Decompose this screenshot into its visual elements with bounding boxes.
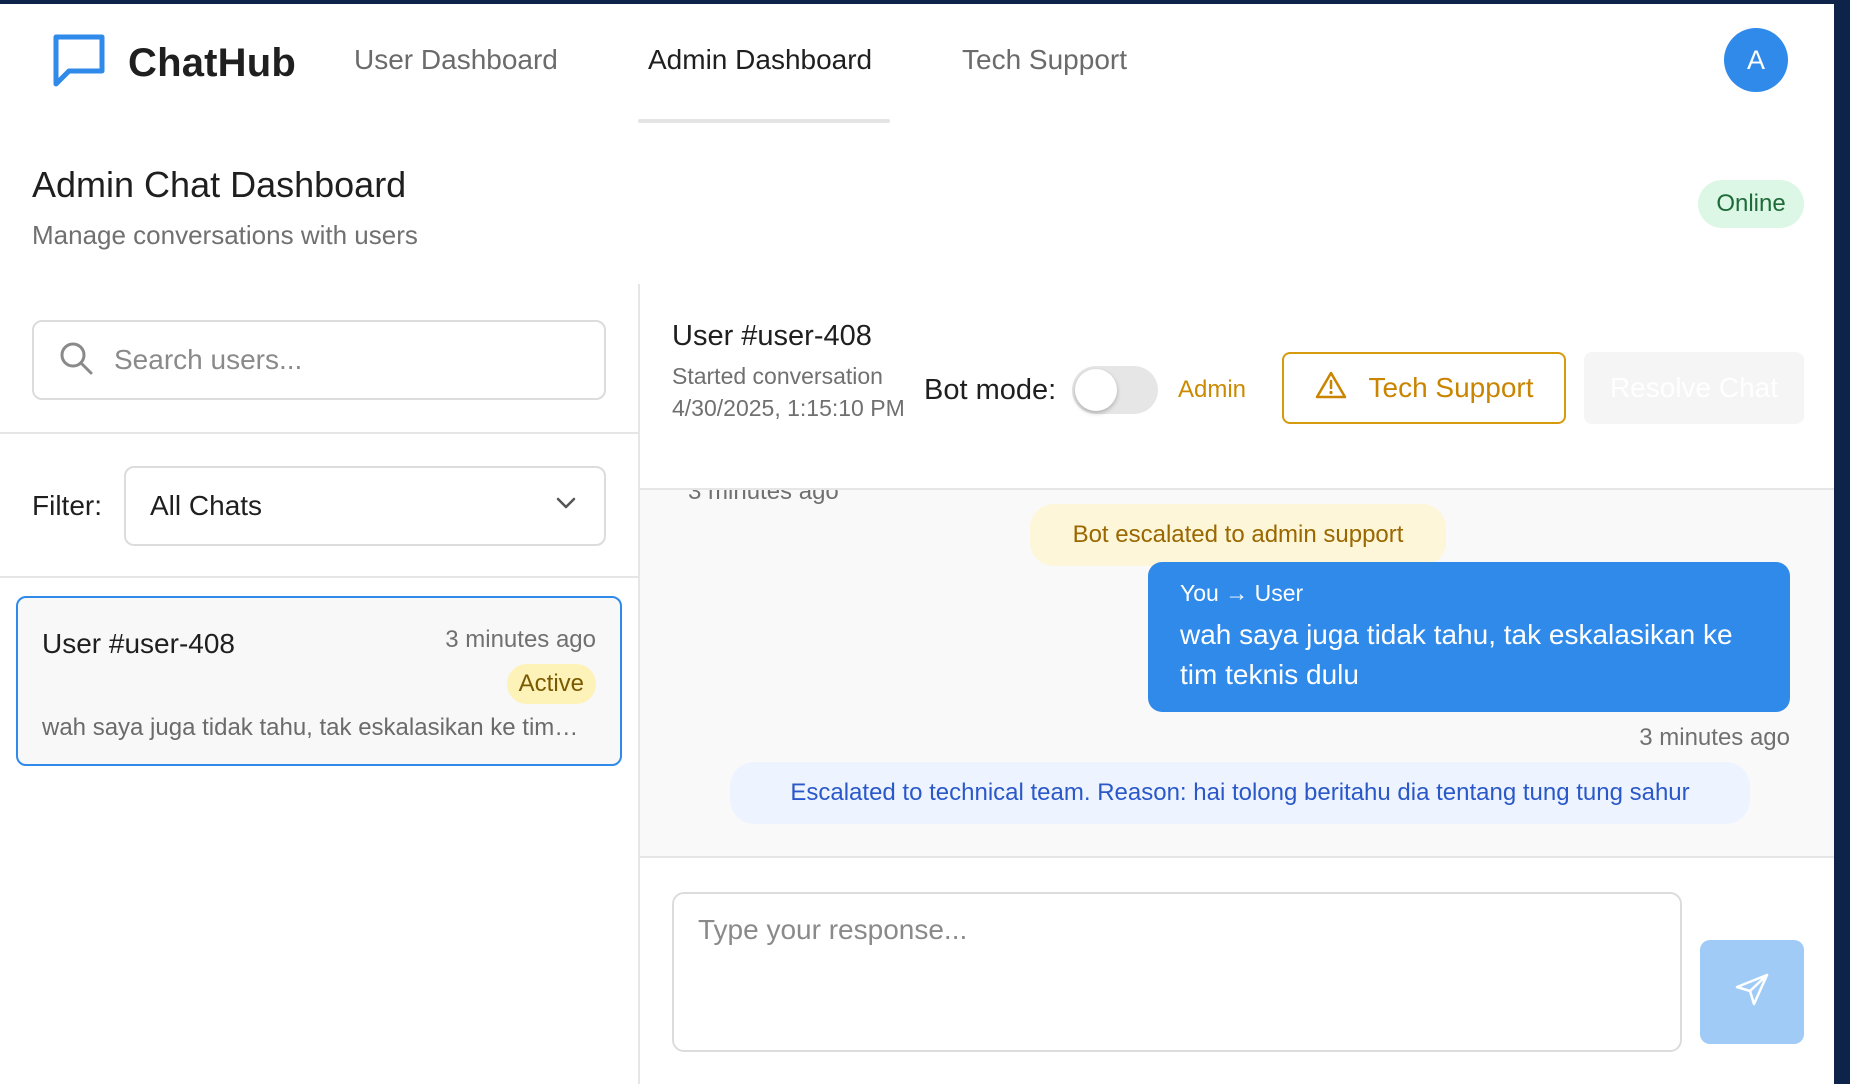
send-icon <box>1734 972 1770 1013</box>
tab-admin-dashboard[interactable]: Admin Dashboard <box>648 44 872 76</box>
search-input[interactable] <box>114 344 584 376</box>
bot-mode-label: Bot mode: <box>924 374 1057 406</box>
avatar[interactable]: A <box>1724 28 1788 92</box>
resolve-chat-button[interactable]: Resolve Chat <box>1584 352 1804 424</box>
tab-user-dashboard[interactable]: User Dashboard <box>354 44 558 76</box>
response-input[interactable] <box>672 892 1682 1052</box>
filter-label: Filter: <box>32 490 102 521</box>
status-badge: Online <box>1698 180 1804 228</box>
chat-list-item[interactable]: User #user-408 3 minutes ago Active wah … <box>16 596 622 766</box>
filter-value: All Chats <box>150 490 263 521</box>
app-logo[interactable]: ChatHub <box>50 32 296 95</box>
conversation-title: User #user-408 <box>672 320 872 352</box>
message-text: wah saya juga tidak tahu, tak eskalasika… <box>1180 619 1733 690</box>
filter-select[interactable]: All Chats <box>124 466 606 546</box>
top-nav: ChatHub User Dashboard Admin Dashboard T… <box>0 4 1834 124</box>
system-message-tech-escalation: Escalated to technical team. Reason: hai… <box>730 762 1750 824</box>
system-message-bot-escalation: Bot escalated to admin support <box>1030 504 1446 566</box>
active-tab-indicator <box>638 119 890 123</box>
page-title: Admin Chat Dashboard <box>32 164 407 205</box>
bot-mode-toggle[interactable] <box>1072 366 1158 414</box>
bot-mode-state: Admin <box>1178 376 1247 403</box>
search-field[interactable] <box>32 320 606 400</box>
app-name: ChatHub <box>128 41 297 85</box>
chat-preview: wah saya juga tidak tahu, tak eskalasika… <box>42 714 582 741</box>
chat-time: 3 minutes ago <box>445 626 596 653</box>
message-composer <box>640 858 1834 1084</box>
tech-support-label: Tech Support <box>1368 372 1534 403</box>
conversation-started: Started conversation 4/30/2025, 1:15:10 … <box>672 363 905 421</box>
conversation-panel: User #user-408 Started conversation 4/30… <box>640 284 1834 1084</box>
tab-tech-support[interactable]: Tech Support <box>962 44 1127 76</box>
app-window: ChatHub User Dashboard Admin Dashboard T… <box>0 4 1834 1084</box>
tech-support-button[interactable]: Tech Support <box>1282 352 1566 424</box>
chat-list-panel: Filter: All Chats User #user-408 3 minut… <box>0 284 639 1084</box>
chevron-down-icon <box>554 490 578 522</box>
divider <box>0 432 639 434</box>
search-icon <box>34 340 94 381</box>
warning-triangle-icon <box>1315 369 1347 408</box>
message-list[interactable]: 3 minutes ago Bot escalated to admin sup… <box>640 488 1834 858</box>
page-subtitle: Manage conversations with users <box>32 220 418 250</box>
divider <box>0 576 639 578</box>
admin-message-bubble: You → User wah saya juga tidak tahu, tak… <box>1148 562 1790 712</box>
send-button[interactable] <box>1700 940 1804 1044</box>
toggle-knob <box>1075 369 1117 411</box>
message-time: 3 minutes ago <box>1639 724 1790 751</box>
conversation-header: User #user-408 Started conversation 4/30… <box>640 284 1834 488</box>
chat-bubble-icon <box>50 32 108 95</box>
chat-status-badge: Active <box>506 664 596 704</box>
message-time: 3 minutes ago <box>688 488 839 505</box>
message-sender: You → User <box>1180 580 1304 606</box>
chat-user-name: User #user-408 <box>42 628 235 659</box>
